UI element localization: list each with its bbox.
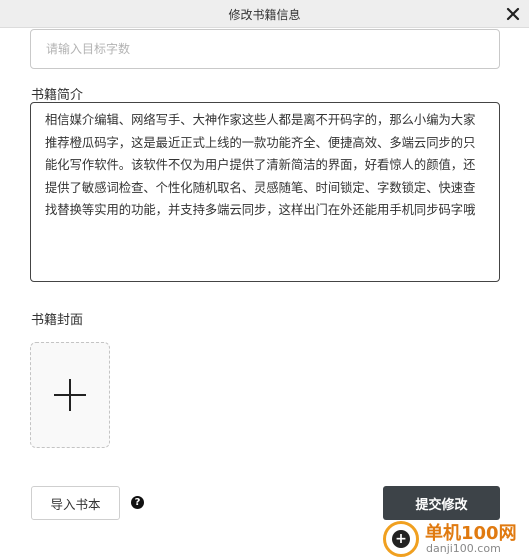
intro-textarea[interactable]: 相信媒介编辑、网络写手、大神作家这些人都是离不开码字的，那么小编为大家推荐橙瓜码…: [30, 102, 500, 282]
watermark-plus-icon: +: [392, 530, 410, 548]
target-word-count-input[interactable]: [30, 29, 500, 69]
help-icon[interactable]: ?: [131, 496, 144, 509]
intro-label: 书籍简介: [31, 88, 84, 103]
import-book-button[interactable]: 导入书本: [31, 486, 120, 520]
cover-label: 书籍封面: [31, 313, 84, 328]
submit-changes-button[interactable]: 提交修改: [383, 486, 500, 520]
plus-icon-vertical: [69, 379, 71, 411]
watermark-circle-icon: +: [383, 521, 419, 557]
watermark-url: danji100.com: [426, 542, 501, 555]
dialog-title: 修改书籍信息: [228, 8, 301, 22]
close-icon[interactable]: [503, 4, 523, 24]
title-bar: 修改书籍信息: [0, 0, 529, 28]
watermark-logo: + 单机100网 danji100.com: [381, 517, 529, 560]
cover-upload-area[interactable]: [30, 342, 110, 448]
